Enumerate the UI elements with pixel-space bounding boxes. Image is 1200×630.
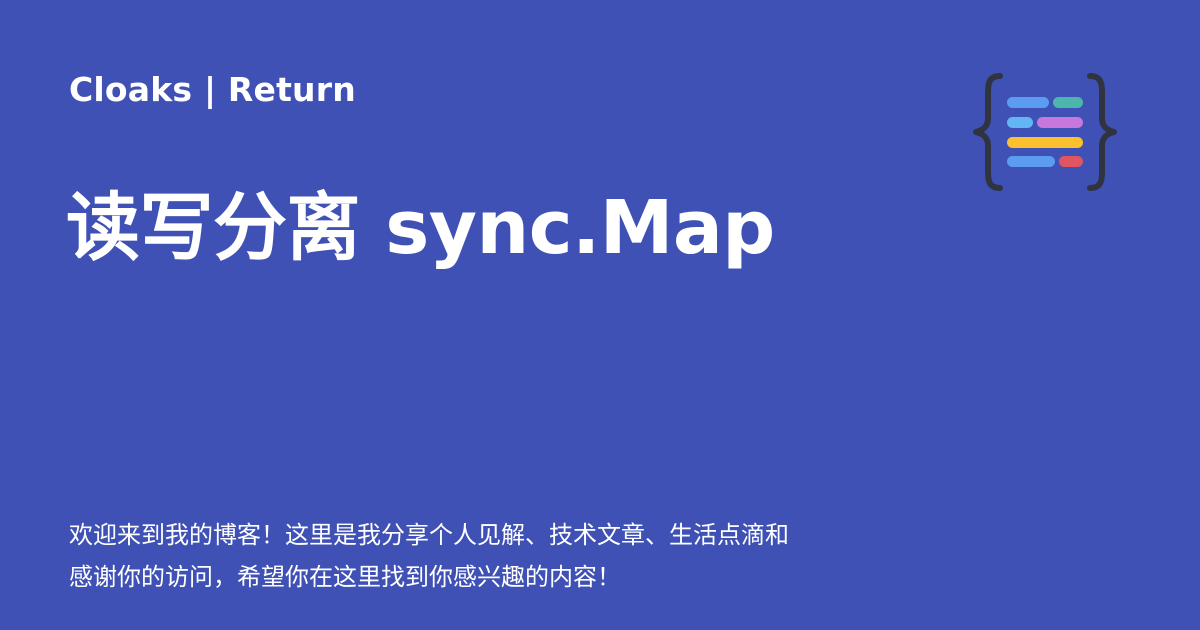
right-brace [1087, 73, 1117, 191]
code-line-bar [1037, 117, 1083, 128]
left-brace [973, 73, 1003, 191]
code-line-bar [1059, 156, 1083, 167]
code-line-bar [1007, 117, 1033, 128]
description-line-2: 感谢你的访问，希望你在这里找到你感兴趣的内容！ [69, 563, 621, 591]
description-line-1: 欢迎来到我的博客！这里是我分享个人见解、技术文章、生活点滴和 [69, 521, 789, 549]
code-line-bar [1007, 137, 1083, 148]
code-line-bar [1053, 97, 1083, 108]
code-line-bar [1007, 156, 1055, 167]
code-braces-icon [973, 73, 1117, 191]
site-name: Cloaks | Return [69, 70, 356, 109]
page-title: 读写分离 sync.Map [66, 185, 775, 271]
site-description: 欢迎来到我的博客！这里是我分享个人见解、技术文章、生活点滴和 感谢你的访问，希望… [69, 514, 895, 598]
code-line-bar [1007, 97, 1049, 108]
